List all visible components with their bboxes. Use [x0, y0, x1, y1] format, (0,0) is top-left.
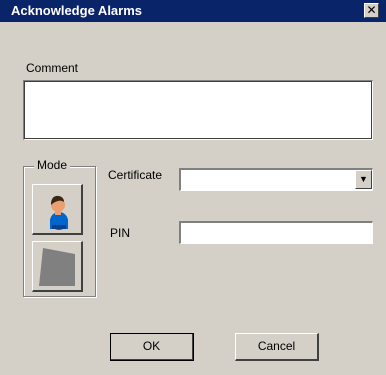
pin-label: PIN: [110, 226, 131, 240]
mode-user-button[interactable]: [32, 184, 83, 235]
comment-label: Comment: [26, 61, 79, 75]
mode-legend: Mode: [34, 158, 71, 172]
certificate-shape-icon: [39, 248, 75, 286]
chevron-down-icon[interactable]: ▼: [355, 170, 372, 189]
acknowledge-alarms-dialog: Acknowledge Alarms ✕ Comment Mode Certif…: [0, 0, 386, 375]
close-button[interactable]: ✕: [364, 3, 379, 18]
title-bar[interactable]: Acknowledge Alarms ✕: [0, 0, 386, 22]
certificate-label: Certificate: [108, 168, 163, 182]
comment-textarea[interactable]: [23, 80, 373, 140]
close-icon: ✕: [366, 3, 377, 17]
pin-input[interactable]: [179, 221, 373, 244]
ok-button[interactable]: OK: [110, 333, 194, 361]
mode-certificate-button[interactable]: [32, 241, 83, 292]
user-icon: [50, 195, 68, 230]
certificate-dropdown[interactable]: ▼: [179, 168, 373, 191]
window-title: Acknowledge Alarms: [11, 3, 143, 18]
cancel-button[interactable]: Cancel: [235, 333, 319, 361]
